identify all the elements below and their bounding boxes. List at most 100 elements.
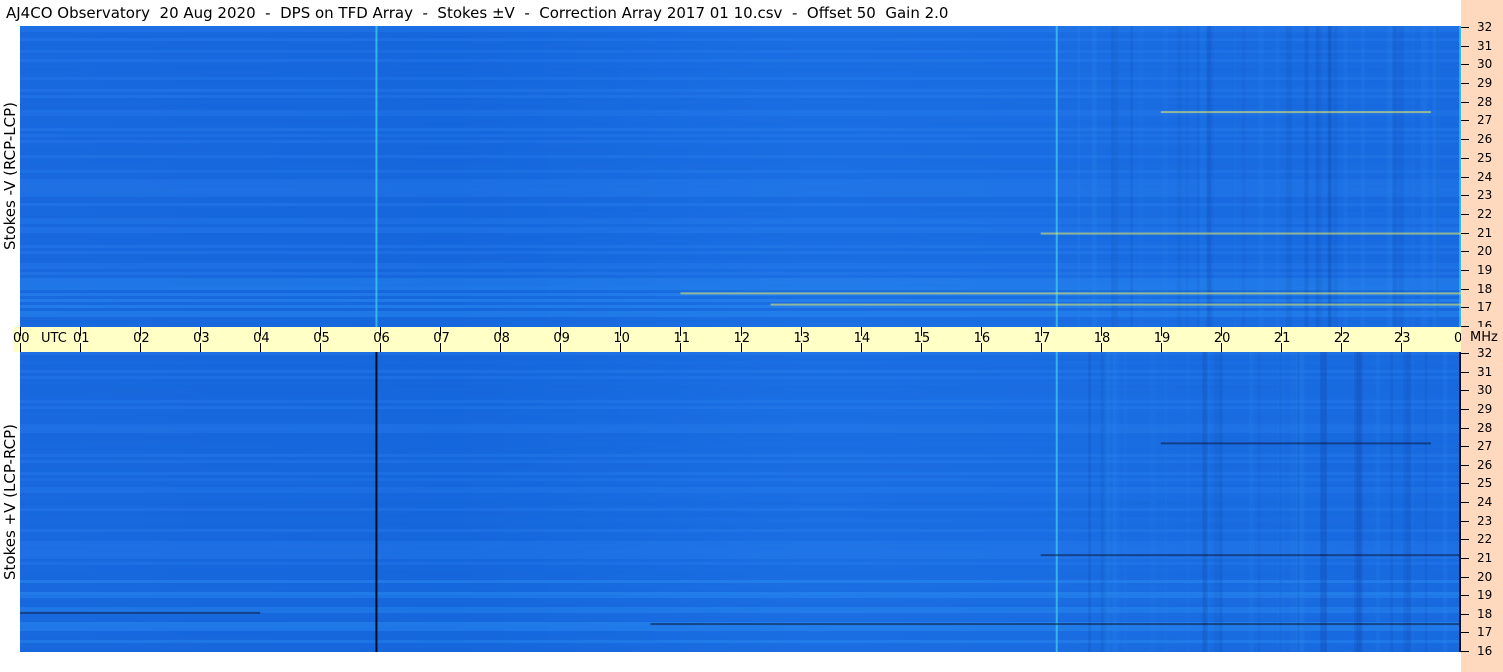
vertical-rfi-line (375, 26, 378, 327)
spectrogram-stratum (20, 646, 1461, 649)
spectrogram-stratum (20, 559, 1461, 562)
freq-tick (1461, 408, 1469, 410)
spectrogram-column-shade (1354, 352, 1359, 652)
spectrogram-column-shade (1411, 26, 1415, 327)
spectrogram-bottom (20, 352, 1461, 652)
freq-tick (1461, 45, 1469, 47)
spectrogram-column-shade (1392, 26, 1398, 327)
freq-tick-label: 21 (1477, 550, 1493, 565)
freq-tick (1461, 195, 1469, 197)
spectrogram-stratum (20, 580, 1461, 583)
spectrogram-column-shade (1386, 26, 1392, 327)
spectrogram-stratum (20, 583, 1461, 586)
spectrogram-stratum (20, 628, 1461, 631)
spectrogram-stratum (20, 562, 1461, 565)
freq-tick-label: 29 (1477, 76, 1493, 91)
spectrogram-column-shade (1088, 352, 1091, 652)
spectrogram-column-shade (1199, 26, 1206, 327)
spectrogram-column-shade (1138, 26, 1144, 327)
spectrogram-stratum (20, 400, 1461, 403)
spectrogram-column-shade (1185, 26, 1189, 327)
spectrogram-column-shade (1257, 352, 1261, 652)
vertical-rfi-line (375, 352, 378, 652)
spectrogram-stratum (20, 472, 1461, 475)
spectrogram-top-canvas (20, 26, 1461, 327)
spectrogram-stratum (20, 565, 1461, 568)
spectrogram-stratum (20, 643, 1461, 646)
spectrogram-column-shade (1112, 352, 1116, 652)
spectrogram-stratum (20, 520, 1461, 523)
spectrogram-stratum (20, 517, 1461, 520)
spectrogram-column-shade (1196, 26, 1200, 327)
spectrogram-stratum (20, 436, 1461, 439)
vertical-rfi-line (1055, 26, 1058, 327)
freq-tick-label: 31 (1477, 364, 1493, 379)
freq-tick (1461, 307, 1469, 309)
freq-tick-label: 24 (1477, 495, 1493, 509)
time-tick-label: 12 (733, 331, 751, 346)
spectrogram-stratum (20, 619, 1461, 622)
freq-tick-label: 19 (1477, 588, 1493, 603)
spectrogram-column-shade (1249, 352, 1254, 652)
time-tick-label: 05 (313, 331, 330, 346)
spectrogram-stratum (20, 550, 1461, 553)
freq-tick (1461, 613, 1469, 615)
spectrogram-stratum (20, 499, 1461, 502)
freq-tick-label: 17 (1477, 300, 1493, 315)
freq-tick (1461, 353, 1469, 354)
spectrogram-stratum (20, 598, 1461, 601)
spectrogram-stratum (20, 394, 1461, 397)
spectrogram-stratum (20, 484, 1461, 487)
time-axis-bar: 00 01 02 03 04 05 06 07 08 09 10 11 12 13 14 15 16 17 18 19… (13, 327, 1471, 352)
spectrogram-column-shade (1285, 26, 1293, 327)
spectrogram-column-shade (1420, 26, 1426, 327)
spectrogram-column-shade (1077, 26, 1081, 327)
freq-tick-label: 27 (1477, 113, 1493, 128)
spectrogram-column-shade (1177, 26, 1182, 327)
freq-tick-label: 28 (1477, 94, 1493, 109)
spectrogram-stratum (20, 601, 1461, 604)
freq-unit-label: MHz (1470, 330, 1498, 345)
spectrogram-stratum (20, 586, 1461, 589)
spectrogram-column-shade (1424, 352, 1428, 652)
spectrogram-column-shade (1091, 26, 1095, 327)
spectrogram-stratum (20, 547, 1461, 550)
time-tick-label: 08 (493, 331, 510, 346)
time-tick-label: 15 (913, 331, 931, 346)
freq-tick-label: 25 (1477, 476, 1493, 491)
spectrogram-stratum (20, 355, 1461, 358)
spectrogram-stratum (20, 541, 1461, 544)
spectrogram-stratum (20, 532, 1461, 535)
spectrogram-stratum (20, 592, 1461, 595)
spectrogram-stratum (20, 421, 1461, 424)
spectrogram-stratum (20, 496, 1461, 499)
spectrogram-stratum (20, 535, 1461, 538)
rfi-band (20, 611, 261, 614)
spectrogram-stratum (20, 523, 1461, 526)
spectrogram-stratum (20, 373, 1461, 376)
spectrogram-column-shade (1164, 352, 1168, 652)
spectrogram-stratum (20, 430, 1461, 433)
spectrogram-stratum (20, 502, 1461, 505)
spectrogram-stratum (20, 460, 1461, 463)
spectrogram-stratum (20, 370, 1461, 373)
freq-tick-label: 26 (1477, 132, 1493, 147)
time-tick-label: 03 (193, 331, 210, 346)
time-tick-label: 22 (1333, 331, 1351, 346)
spectrogram-stratum (20, 574, 1461, 577)
freq-tick (1461, 176, 1469, 178)
freq-tick (1461, 557, 1469, 559)
spectrogram-stratum (20, 385, 1461, 388)
spectrogram-stratum (20, 571, 1461, 574)
spectrogram-column-shade (1103, 352, 1110, 652)
time-tick-label: 02 (133, 331, 150, 346)
time-tick-label: 01 (73, 331, 90, 346)
spectrogram-stratum (20, 409, 1461, 412)
spectrogram-stratum (20, 406, 1461, 409)
spectrogram-stratum (20, 415, 1461, 418)
freq-tick-label: 26 (1477, 457, 1493, 472)
spectrogram-stratum (20, 364, 1461, 367)
chart-title: AJ4CO Observatory 20 Aug 2020 - DPS on T… (6, 4, 949, 22)
spectrogram-stratum (20, 589, 1461, 592)
spectrogram-column-shade (1320, 352, 1327, 652)
